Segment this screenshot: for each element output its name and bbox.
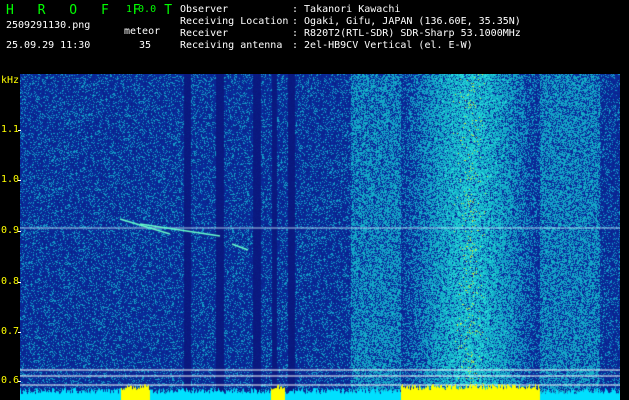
- timestamp-label: 25.09.29 11:30: [6, 40, 91, 51]
- freq-label: 0.9: [1, 225, 20, 236]
- freq-label: 0.6: [1, 375, 20, 386]
- spectrogram-plot: [20, 74, 620, 400]
- app-version: 1.0.0: [126, 4, 157, 15]
- meteor-count: 35: [139, 40, 152, 51]
- receiver-key: Receiver: [180, 28, 229, 39]
- meteor-label: meteor: [124, 26, 161, 37]
- tick-mark: [18, 130, 21, 131]
- tick-mark: [18, 180, 21, 181]
- filename-label: 2509291130.png: [6, 20, 91, 31]
- freq-label: 0.7: [1, 326, 20, 337]
- location-key: Receiving Location: [180, 16, 289, 27]
- spectrogram-canvas: [20, 74, 620, 400]
- location-value: : Ogaki, Gifu, JAPAN (136.60E, 35.35N): [292, 16, 521, 27]
- antenna-value: : 2el-HB9CV Vertical (el. E-W): [292, 40, 473, 51]
- observer-value: : Takanori Kawachi: [292, 4, 401, 15]
- receiver-value: : R820T2(RTL-SDR) SDR-Sharp 53.1000MHz: [292, 28, 521, 39]
- tick-mark: [18, 282, 21, 283]
- tick-mark: [18, 381, 21, 382]
- freq-label: 1.1: [1, 124, 20, 135]
- freq-label: 1.0: [1, 174, 20, 185]
- header-panel: H R O F F T 1.0.0 2509291130.png meteor …: [0, 0, 629, 74]
- freq-label: 0.8: [1, 276, 20, 287]
- antenna-key: Receiving antenna: [180, 40, 283, 51]
- observer-key: Observer: [180, 4, 229, 15]
- tick-mark: [18, 231, 21, 232]
- tick-mark: [18, 332, 21, 333]
- freq-unit-label: kHz: [1, 75, 20, 86]
